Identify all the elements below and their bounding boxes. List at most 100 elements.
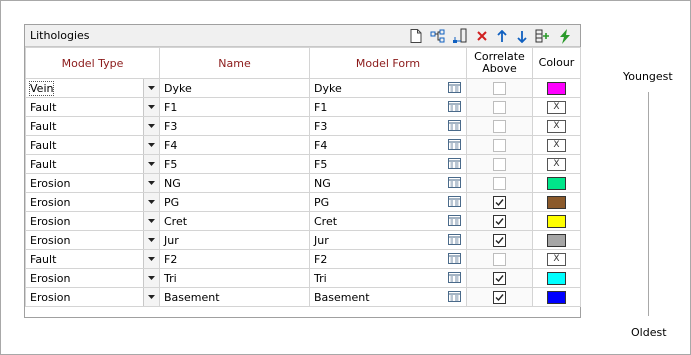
dropdown-arrow-icon[interactable]: [143, 269, 159, 287]
dropdown-arrow-icon[interactable]: [143, 231, 159, 249]
table-row[interactable]: Erosion PG PG: [25, 192, 581, 212]
correlate-above-checkbox[interactable]: [493, 119, 506, 133]
model-form-cell[interactable]: Tri: [309, 268, 467, 288]
model-type-select[interactable]: Vein: [25, 78, 160, 98]
colour-swatch[interactable]: [547, 233, 566, 247]
insert-icon[interactable]: [451, 27, 469, 45]
table-row[interactable]: Fault F3 F3 X: [25, 116, 581, 136]
table-row[interactable]: Fault F4 F4 X: [25, 135, 581, 155]
name-cell[interactable]: Cret: [159, 211, 310, 231]
column-header-name[interactable]: Name: [159, 47, 310, 79]
model-type-select[interactable]: Fault: [25, 249, 160, 269]
move-up-icon[interactable]: [493, 27, 511, 45]
form-icon[interactable]: [448, 272, 461, 286]
table-row[interactable]: Erosion Cret Cret: [25, 211, 581, 231]
new-icon[interactable]: [407, 27, 425, 45]
model-type-select[interactable]: Fault: [25, 154, 160, 174]
correlate-above-checkbox[interactable]: [493, 290, 506, 304]
model-form-cell[interactable]: F3: [309, 116, 467, 136]
column-header-correlate-above[interactable]: Correlate Above: [466, 47, 533, 79]
model-type-select[interactable]: Fault: [25, 97, 160, 117]
form-icon[interactable]: [448, 158, 461, 172]
name-cell[interactable]: Basement: [159, 287, 310, 307]
add-column-icon[interactable]: [534, 27, 552, 45]
form-icon[interactable]: [448, 139, 461, 153]
colour-swatch[interactable]: X: [547, 252, 566, 266]
colour-swatch[interactable]: X: [547, 157, 566, 171]
name-cell[interactable]: F3: [159, 116, 310, 136]
model-form-cell[interactable]: F4: [309, 135, 467, 155]
form-icon[interactable]: [448, 291, 461, 305]
correlate-above-checkbox[interactable]: [493, 100, 506, 114]
name-cell[interactable]: F5: [159, 154, 310, 174]
table-row[interactable]: Fault F2 F2 X: [25, 249, 581, 269]
name-cell[interactable]: Dyke: [159, 78, 310, 98]
correlate-above-checkbox[interactable]: [493, 138, 506, 152]
correlate-above-checkbox[interactable]: [493, 214, 506, 228]
dropdown-arrow-icon[interactable]: [143, 117, 159, 135]
model-form-cell[interactable]: NG: [309, 173, 467, 193]
colour-swatch[interactable]: [547, 214, 566, 228]
model-type-select[interactable]: Fault: [25, 135, 160, 155]
colour-swatch[interactable]: [547, 290, 566, 304]
delete-icon[interactable]: [473, 27, 491, 45]
tree-icon[interactable]: [429, 27, 447, 45]
table-row[interactable]: Vein Dyke Dyke: [25, 78, 581, 98]
model-type-select[interactable]: Fault: [25, 116, 160, 136]
dropdown-arrow-icon[interactable]: [143, 250, 159, 268]
column-header-model-form[interactable]: Model Form: [309, 47, 467, 79]
correlate-above-checkbox[interactable]: [493, 271, 506, 285]
colour-swatch[interactable]: [547, 271, 566, 285]
name-cell[interactable]: F1: [159, 97, 310, 117]
dropdown-arrow-icon[interactable]: [143, 79, 159, 97]
form-icon[interactable]: [448, 120, 461, 134]
column-header-colour[interactable]: Colour: [532, 47, 581, 79]
model-type-select[interactable]: Erosion: [25, 230, 160, 250]
colour-swatch[interactable]: X: [547, 100, 566, 114]
model-form-cell[interactable]: Basement: [309, 287, 467, 307]
dropdown-arrow-icon[interactable]: [143, 174, 159, 192]
dropdown-arrow-icon[interactable]: [143, 212, 159, 230]
dropdown-arrow-icon[interactable]: [143, 136, 159, 154]
model-type-select[interactable]: Erosion: [25, 268, 160, 288]
table-row[interactable]: Erosion Jur Jur: [25, 230, 581, 250]
form-icon[interactable]: [448, 215, 461, 229]
model-form-cell[interactable]: PG: [309, 192, 467, 212]
move-down-icon[interactable]: [513, 27, 531, 45]
correlate-above-checkbox[interactable]: [493, 252, 506, 266]
form-icon[interactable]: [448, 234, 461, 248]
table-row[interactable]: Erosion Basement Basement: [25, 287, 581, 307]
colour-swatch[interactable]: X: [547, 138, 566, 152]
table-row[interactable]: Erosion NG NG: [25, 173, 581, 193]
model-form-cell[interactable]: Dyke: [309, 78, 467, 98]
colour-swatch[interactable]: X: [547, 119, 566, 133]
form-icon[interactable]: [448, 253, 461, 267]
model-form-cell[interactable]: F2: [309, 249, 467, 269]
name-cell[interactable]: Tri: [159, 268, 310, 288]
form-icon[interactable]: [448, 196, 461, 210]
name-cell[interactable]: F4: [159, 135, 310, 155]
model-type-select[interactable]: Erosion: [25, 173, 160, 193]
model-type-select[interactable]: Erosion: [25, 287, 160, 307]
form-icon[interactable]: [448, 177, 461, 191]
colour-swatch[interactable]: [547, 195, 566, 209]
table-row[interactable]: Fault F5 F5 X: [25, 154, 581, 174]
correlate-above-checkbox[interactable]: [493, 81, 506, 95]
dropdown-arrow-icon[interactable]: [143, 155, 159, 173]
model-form-cell[interactable]: F1: [309, 97, 467, 117]
dropdown-arrow-icon[interactable]: [143, 98, 159, 116]
model-form-cell[interactable]: Cret: [309, 211, 467, 231]
name-cell[interactable]: F2: [159, 249, 310, 269]
model-type-select[interactable]: Erosion: [25, 211, 160, 231]
dropdown-arrow-icon[interactable]: [143, 288, 159, 306]
correlate-above-checkbox[interactable]: [493, 195, 506, 209]
colour-swatch[interactable]: [547, 81, 566, 95]
name-cell[interactable]: NG: [159, 173, 310, 193]
model-form-cell[interactable]: F5: [309, 154, 467, 174]
correlate-above-checkbox[interactable]: [493, 157, 506, 171]
form-icon[interactable]: [448, 101, 461, 115]
lightning-icon[interactable]: [556, 27, 574, 45]
form-icon[interactable]: [448, 82, 461, 96]
colour-swatch[interactable]: [547, 176, 566, 190]
dropdown-arrow-icon[interactable]: [143, 193, 159, 211]
